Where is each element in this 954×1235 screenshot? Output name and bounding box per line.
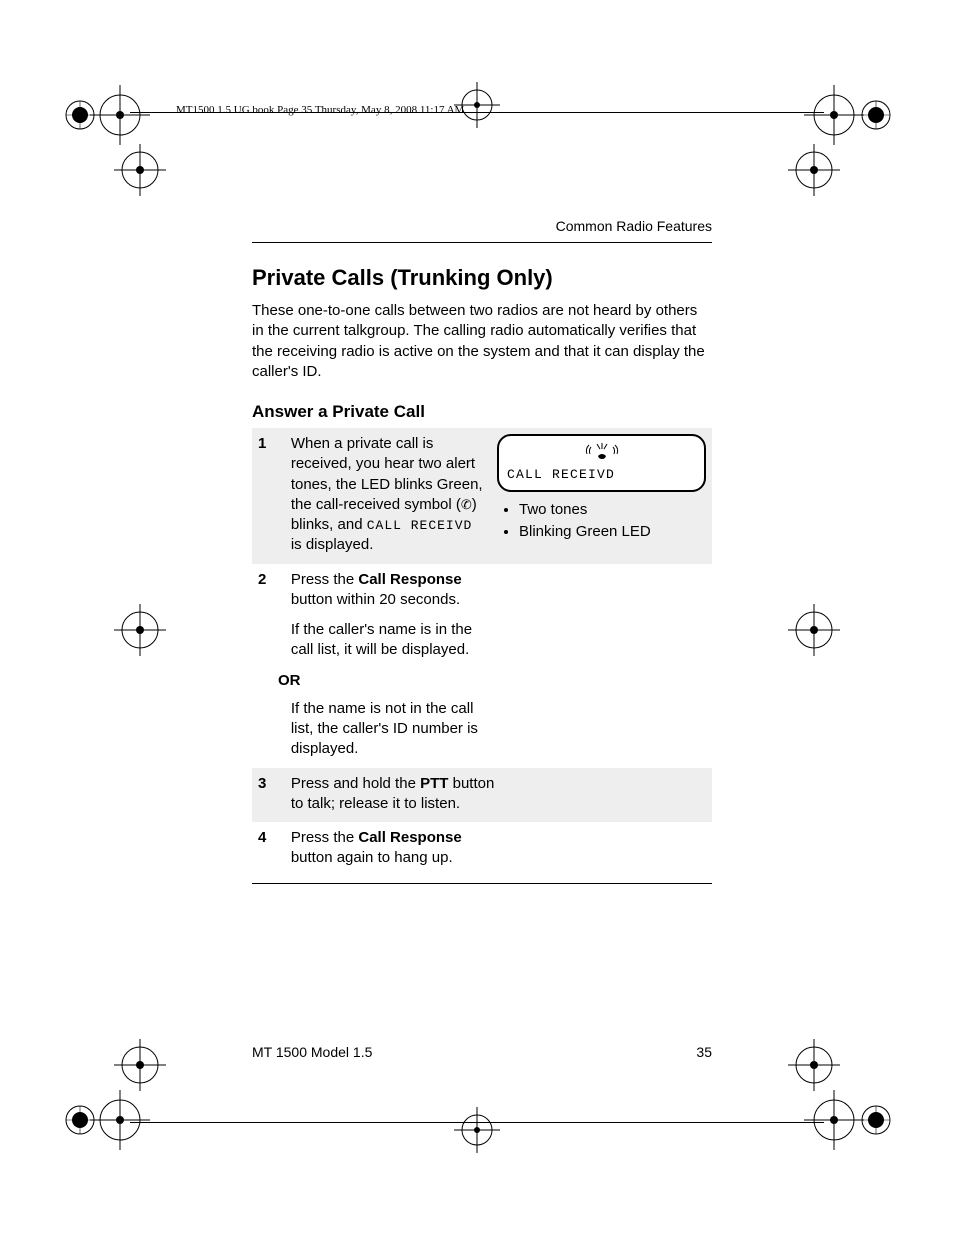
section-title: Private Calls (Trunking Only) — [252, 265, 712, 291]
text: If the name is not in the call list, the… — [291, 699, 497, 760]
step-text: If the name is not in the call list, the… — [285, 693, 712, 768]
crosshair-icon — [784, 600, 844, 660]
step-text: Press and hold the PTT button to talk; r… — [285, 768, 712, 823]
or-label: OR — [252, 669, 712, 693]
running-header: Common Radio Features — [252, 218, 712, 234]
lcd-text: CALL RECEIVD — [507, 466, 615, 484]
text: Press the — [291, 571, 359, 588]
step-row: 2 Press the Call Response button within … — [252, 564, 712, 669]
book-meta-header: MT1500 1.5 UG.book Page 35 Thursday, May… — [176, 104, 464, 116]
footer-page-number: 35 — [696, 1044, 712, 1060]
intro-paragraph: These one-to-one calls between two radio… — [252, 301, 712, 382]
step-text: Press the Call Response button within 20… — [285, 564, 712, 669]
subsection-title: Answer a Private Call — [252, 402, 712, 422]
lcd-panel: CALL RECEIVD — [497, 434, 706, 492]
step-illustration: CALL RECEIVD Two tones Blinking Green LE… — [491, 428, 712, 564]
text: button within 20 seconds. — [291, 591, 460, 608]
step-number: 4 — [252, 822, 285, 877]
registration-mark-icon — [60, 60, 170, 170]
step-row: 1 When a private call is received, you h… — [252, 428, 712, 564]
page: MT1500 1.5 UG.book Page 35 Thursday, May… — [0, 0, 954, 1235]
indicator-list: Two tones Blinking Green LED — [501, 500, 706, 543]
registration-mark-icon — [60, 1065, 170, 1175]
divider — [252, 883, 712, 884]
bold-term: Call Response — [358, 571, 461, 588]
step-text: When a private call is received, you hea… — [285, 428, 491, 564]
divider — [252, 242, 712, 243]
text: is displayed. — [291, 536, 374, 553]
step-row: If the name is not in the call list, the… — [252, 693, 712, 768]
step-number: 2 — [252, 564, 285, 669]
crosshair-icon — [110, 1035, 170, 1095]
text: button again to hang up. — [291, 849, 453, 866]
ringing-phone-icon — [584, 440, 620, 462]
step-number: 1 — [252, 428, 285, 564]
crosshair-icon — [784, 140, 844, 200]
bold-term: PTT — [420, 775, 448, 792]
step-row: 3 Press and hold the PTT button to talk;… — [252, 768, 712, 823]
registration-mark-icon — [784, 1065, 894, 1175]
content-area: Common Radio Features Private Calls (Tru… — [252, 218, 712, 892]
step-text: Press the Call Response button again to … — [285, 822, 712, 877]
crosshair-icon — [784, 1035, 844, 1095]
list-item: Two tones — [519, 500, 706, 520]
text: Press and hold the — [291, 775, 420, 792]
registration-mark-icon — [784, 60, 894, 170]
crosshair-icon — [110, 140, 170, 200]
step-number: 3 — [252, 768, 285, 823]
divider — [130, 1122, 824, 1123]
steps-table: 1 When a private call is received, you h… — [252, 428, 712, 877]
or-row: OR — [252, 669, 712, 693]
bold-term: Call Response — [358, 829, 461, 846]
text: When a private call is received, you hea… — [291, 435, 483, 513]
step-row: 4 Press the Call Response button again t… — [252, 822, 712, 877]
lcd-word: CALL RECEIVD — [367, 518, 473, 533]
crosshair-icon — [110, 600, 170, 660]
footer-model: MT 1500 Model 1.5 — [252, 1044, 372, 1060]
text: Press the — [291, 829, 359, 846]
call-received-icon: ✆ — [461, 497, 472, 512]
text: If the caller's name is in the call list… — [291, 621, 472, 658]
page-footer: MT 1500 Model 1.5 35 — [252, 1044, 712, 1060]
crosshair-icon — [452, 1105, 502, 1155]
list-item: Blinking Green LED — [519, 522, 706, 542]
